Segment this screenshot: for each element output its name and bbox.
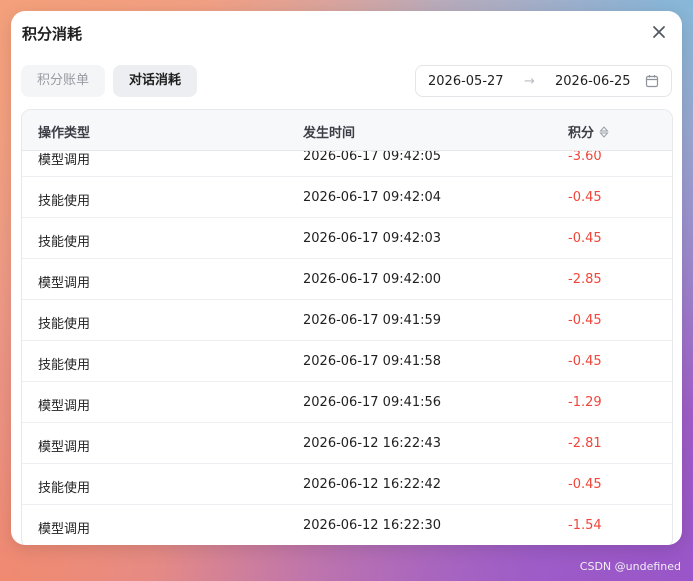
cell-time: 2026-06-12 16:22:43 [303, 436, 442, 451]
cell-time: 2026-06-17 09:41:56 [303, 395, 442, 410]
cell-points: -0.45 [568, 477, 602, 492]
cell-time: 2026-06-17 09:42:03 [303, 231, 442, 246]
cell-type: 模型调用 [38, 276, 91, 291]
cell-time: 2026-06-17 09:42:04 [303, 190, 442, 205]
table-row[interactable]: 技能使用 2026-06-17 09:42:04 -0.45 [22, 177, 672, 218]
cell-points: -0.45 [568, 354, 602, 369]
cell-time: 2026-06-17 09:41:59 [303, 313, 442, 328]
cell-type: 技能使用 [38, 194, 91, 209]
cell-points: -0.45 [568, 231, 602, 246]
consumption-table[interactable]: 操作类型 发生时间 积分 模型调用 2026-06-17 09:42:05 -3… [21, 109, 673, 545]
dialog-title: 积分消耗 [22, 25, 83, 43]
table-row[interactable]: 技能使用 2026-06-17 09:42:03 -0.45 [22, 218, 672, 259]
table-row[interactable]: 技能使用 2026-06-17 09:41:58 -0.45 [22, 341, 672, 382]
cell-type: 模型调用 [38, 153, 91, 168]
cell-type: 模型调用 [38, 522, 91, 537]
date-range-picker[interactable]: 2026-05-27 → 2026-06-25 [415, 65, 672, 97]
cell-time: 2026-06-12 16:22:42 [303, 477, 442, 492]
watermark: CSDN @undefined [579, 560, 681, 573]
close-icon[interactable] [650, 23, 668, 41]
cell-points: -2.81 [568, 436, 602, 451]
table-header: 操作类型 发生时间 积分 [22, 110, 672, 151]
column-header-points-label: 积分 [568, 126, 595, 141]
cell-points: -0.45 [568, 313, 602, 328]
cell-points: -2.85 [568, 272, 602, 287]
cell-points: -1.54 [568, 518, 602, 533]
column-header-time: 发生时间 [303, 126, 356, 141]
cell-type: 技能使用 [38, 235, 91, 250]
points-consumption-dialog: 积分消耗 积分账单 对话消耗 2026-05-27 → 2026-06-25 操… [11, 11, 682, 545]
table-row[interactable]: 技能使用 2026-06-17 09:41:59 -0.45 [22, 300, 672, 341]
range-separator-icon: → [524, 73, 535, 89]
table-row[interactable]: 模型调用 2026-06-17 09:41:56 -1.29 [22, 382, 672, 423]
cell-type: 模型调用 [38, 399, 91, 414]
table-row[interactable]: 模型调用 2026-06-12 16:22:43 -2.81 [22, 423, 672, 464]
cell-type: 技能使用 [38, 358, 91, 373]
table-row[interactable]: 技能使用 2026-06-12 16:22:42 -0.45 [22, 464, 672, 505]
column-header-points[interactable]: 积分 [568, 122, 610, 141]
cell-time: 2026-06-17 09:42:05 [303, 149, 442, 164]
cell-type: 技能使用 [38, 317, 91, 332]
cell-points: -1.29 [568, 395, 602, 410]
cell-points: -3.60 [568, 149, 602, 164]
table-body: 模型调用 2026-06-17 09:42:05 -3.60 技能使用 2026… [22, 136, 672, 545]
cell-type: 模型调用 [38, 440, 91, 455]
sort-icon[interactable] [598, 125, 610, 138]
cell-time: 2026-06-17 09:41:58 [303, 354, 442, 369]
tab-points-bill[interactable]: 积分账单 [21, 65, 106, 97]
calendar-icon[interactable] [645, 74, 659, 88]
column-header-type: 操作类型 [38, 126, 91, 141]
cell-type: 技能使用 [38, 481, 91, 496]
cell-points: -0.45 [568, 190, 602, 205]
cell-time: 2026-06-12 16:22:30 [303, 518, 442, 533]
end-date[interactable]: 2026-06-25 [555, 74, 631, 89]
tab-conversation-consumption[interactable]: 对话消耗 [113, 65, 198, 97]
start-date[interactable]: 2026-05-27 [428, 74, 504, 89]
table-row[interactable]: 模型调用 2026-06-12 16:22:30 -1.54 [22, 505, 672, 545]
tab-bar: 积分账单 对话消耗 [21, 65, 198, 97]
table-row[interactable]: 模型调用 2026-06-17 09:42:00 -2.85 [22, 259, 672, 300]
cell-time: 2026-06-17 09:42:00 [303, 272, 442, 287]
